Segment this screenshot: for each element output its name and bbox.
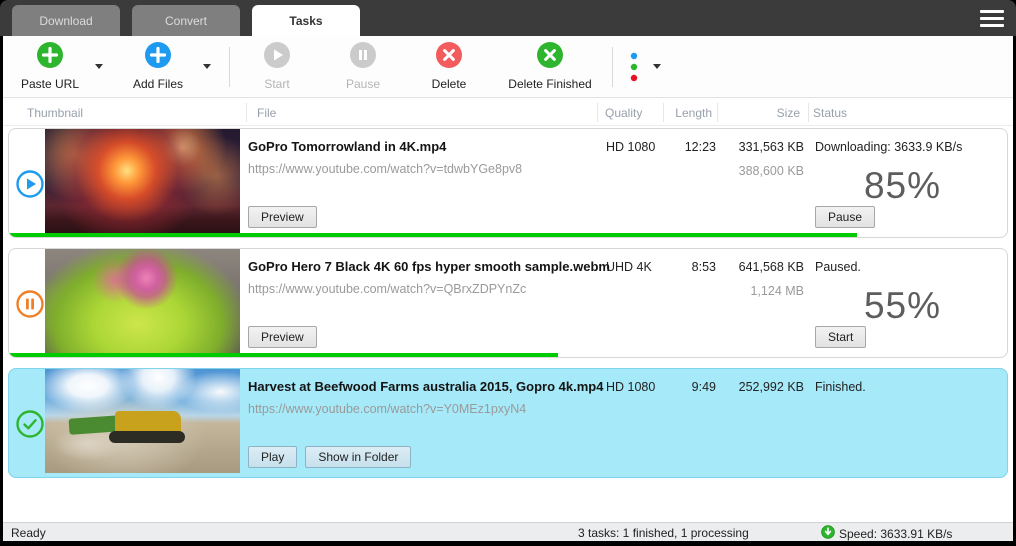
options-dots-icon[interactable] — [623, 51, 645, 83]
header-size[interactable]: Size — [735, 106, 800, 120]
paste-url-dropdown[interactable] — [87, 64, 111, 69]
start-button[interactable]: Start — [240, 42, 314, 91]
status-bar: Ready 3 tasks: 1 finished, 1 processing … — [3, 522, 1013, 541]
add-files-button[interactable]: Add Files — [121, 42, 195, 91]
task-size-downloaded: 331,563 KB — [738, 140, 804, 154]
task-title: GoPro Tomorrowland in 4K.mp4 — [248, 139, 447, 154]
progress-bar — [9, 353, 558, 357]
toolbar: Paste URL Add Files Start Pause Delete D… — [3, 36, 1013, 98]
tab-download[interactable]: Download — [12, 5, 120, 36]
task-size-total: 388,600 KB — [738, 164, 804, 178]
task-quality: HD 1080 — [606, 380, 656, 394]
show-in-folder-button[interactable]: Show in Folder — [305, 446, 412, 468]
header-file[interactable]: File — [257, 106, 276, 120]
plus-circle-green-icon — [37, 42, 63, 73]
task-size-downloaded: 641,568 KB — [738, 260, 804, 274]
pause-icon[interactable] — [16, 290, 44, 318]
thumbnail-fireworks — [45, 129, 240, 233]
task-size-total: 1,124 MB — [750, 284, 804, 298]
task-list: GoPro Tomorrowland in 4K.mp4 https://www… — [3, 126, 1013, 488]
header-thumbnail[interactable]: Thumbnail — [27, 106, 83, 120]
task-title: Harvest at Beefwood Farms australia 2015… — [248, 379, 604, 394]
table-header: Thumbnail File Quality Length Size Statu… — [3, 99, 1013, 126]
tab-tasks[interactable]: Tasks — [252, 5, 360, 36]
app-window: Download Convert Tasks Paste URL Add Fil… — [0, 0, 1016, 546]
x-circle-green-icon — [537, 42, 563, 73]
add-files-dropdown[interactable] — [195, 64, 219, 69]
header-status[interactable]: Status — [813, 106, 847, 120]
task-row-downloading[interactable]: GoPro Tomorrowland in 4K.mp4 https://www… — [8, 128, 1008, 238]
speed-text: Speed: 3633.91 KB/s — [839, 526, 953, 541]
task-title: GoPro Hero 7 Black 4K 60 fps hyper smoot… — [248, 259, 610, 274]
check-icon[interactable] — [16, 410, 44, 438]
status-task-summary: 3 tasks: 1 finished, 1 processing — [578, 526, 749, 540]
task-status: Paused. — [815, 260, 861, 274]
paste-url-button[interactable]: Paste URL — [13, 42, 87, 91]
speed-download-icon — [821, 525, 835, 542]
task-url: https://www.youtube.com/watch?v=Y0MEz1px… — [248, 402, 527, 416]
progress-bar — [9, 233, 858, 237]
task-percent: 85% — [863, 165, 941, 206]
toolbar-separator — [612, 46, 613, 87]
task-quality: HD 1080 — [606, 140, 656, 154]
header-length[interactable]: Length — [667, 106, 712, 120]
x-circle-red-icon — [436, 42, 462, 73]
task-row-paused[interactable]: GoPro Hero 7 Black 4K 60 fps hyper smoot… — [8, 248, 1008, 358]
thumbnail-tractor — [45, 369, 240, 473]
pause-circle-gray-icon — [350, 42, 376, 73]
plus-circle-blue-icon — [145, 42, 171, 73]
task-status: Finished. — [815, 380, 866, 394]
task-url: https://www.youtube.com/watch?v=QBrxZDPY… — [248, 282, 527, 296]
pause-button[interactable]: Pause — [326, 42, 400, 91]
status-ready: Ready — [11, 526, 46, 540]
options-dropdown[interactable] — [645, 64, 669, 69]
task-row-finished[interactable]: Harvest at Beefwood Farms australia 2015… — [8, 368, 1008, 478]
thumbnail-flowers — [45, 249, 240, 353]
row-pause-button[interactable]: Pause — [815, 206, 876, 228]
task-status: Downloading: 3633.9 KB/s — [815, 140, 963, 154]
task-percent: 55% — [863, 285, 941, 326]
delete-button[interactable]: Delete — [412, 42, 486, 91]
tab-convert[interactable]: Convert — [132, 5, 240, 36]
task-size-downloaded: 252,992 KB — [738, 380, 804, 394]
hamburger-menu-icon[interactable] — [980, 10, 1004, 27]
row-start-button[interactable]: Start — [815, 326, 867, 348]
header-quality[interactable]: Quality — [605, 106, 642, 120]
preview-button[interactable]: Preview — [248, 206, 317, 228]
toolbar-separator — [229, 46, 230, 87]
play-circle-gray-icon — [264, 42, 290, 73]
tab-bar: Download Convert Tasks — [12, 5, 360, 36]
main-content: Paste URL Add Files Start Pause Delete D… — [3, 36, 1013, 541]
play-button[interactable]: Play — [248, 446, 298, 468]
title-bar: Download Convert Tasks — [0, 0, 1016, 36]
task-url: https://www.youtube.com/watch?v=tdwbYGe8… — [248, 162, 523, 176]
task-quality: UHD 4K — [606, 260, 652, 274]
status-speed: Speed: 3633.91 KB/s — [821, 525, 952, 542]
preview-button[interactable]: Preview — [248, 326, 317, 348]
delete-finished-button[interactable]: Delete Finished — [498, 42, 602, 91]
play-icon[interactable] — [16, 170, 44, 198]
